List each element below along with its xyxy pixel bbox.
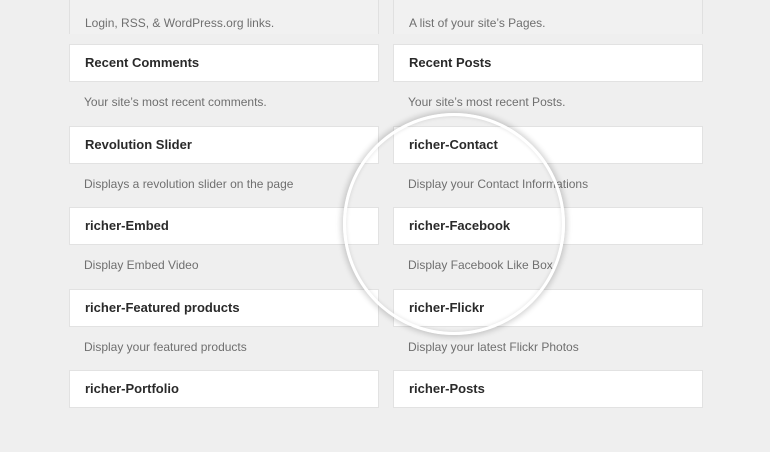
widget-title[interactable]: richer-Facebook [393,207,703,245]
widget-description: A list of your site’s Pages. [393,0,703,34]
widget-description: Login, RSS, & WordPress.org links. [69,0,379,34]
widget-title[interactable]: Recent Posts [393,44,703,82]
widget-title[interactable]: richer-Embed [69,207,379,245]
widget-title[interactable]: Recent Comments [69,44,379,82]
widget-richer-portfolio[interactable]: richer-Portfolio [69,370,379,452]
widget-description: Display Embed Video [84,258,199,272]
available-widgets-right-column: A list of your site’s Pages. Recent Post… [393,0,703,452]
widget-description: Display your latest Flickr Photos [408,339,579,354]
widget-description: Your site’s most recent comments. [84,95,267,109]
widget-title[interactable]: richer-Flickr [393,288,703,327]
widget-recent-posts[interactable]: Recent Posts Your site’s most recent Pos… [393,44,703,126]
available-widgets-left-column: Login, RSS, & WordPress.org links. Recen… [69,0,379,452]
widget-description: Your site’s most recent Posts. [408,95,566,109]
widget-richer-facebook[interactable]: richer-Facebook Display Facebook Like Bo… [393,207,703,289]
widget-title[interactable]: richer-Contact [393,125,703,164]
widget-richer-embed[interactable]: richer-Embed Display Embed Video [69,207,379,289]
widget-revolution-slider[interactable]: Revolution Slider Displays a revolution … [69,125,379,208]
widget-title[interactable]: Revolution Slider [69,125,379,164]
widget-description: Display your featured products [84,339,247,354]
widget-richer-posts[interactable]: richer-Posts [393,370,703,452]
widget-richer-flickr[interactable]: richer-Flickr Display your latest Flickr… [393,288,703,371]
widget-description: Displays a revolution slider on the page [84,176,294,191]
widget-recent-comments[interactable]: Recent Comments Your site’s most recent … [69,44,379,126]
widget-description: Display Facebook Like Box [408,258,553,272]
widget-title[interactable]: richer-Posts [393,370,703,408]
widget-title[interactable]: richer-Portfolio [69,370,379,408]
widget-title[interactable]: richer-Featured products [69,288,379,327]
widget-description: Display your Contact Informations [408,176,589,191]
widget-richer-featured-products[interactable]: richer-Featured products Display your fe… [69,288,379,371]
widget-richer-contact[interactable]: richer-Contact Display your Contact Info… [393,125,703,208]
